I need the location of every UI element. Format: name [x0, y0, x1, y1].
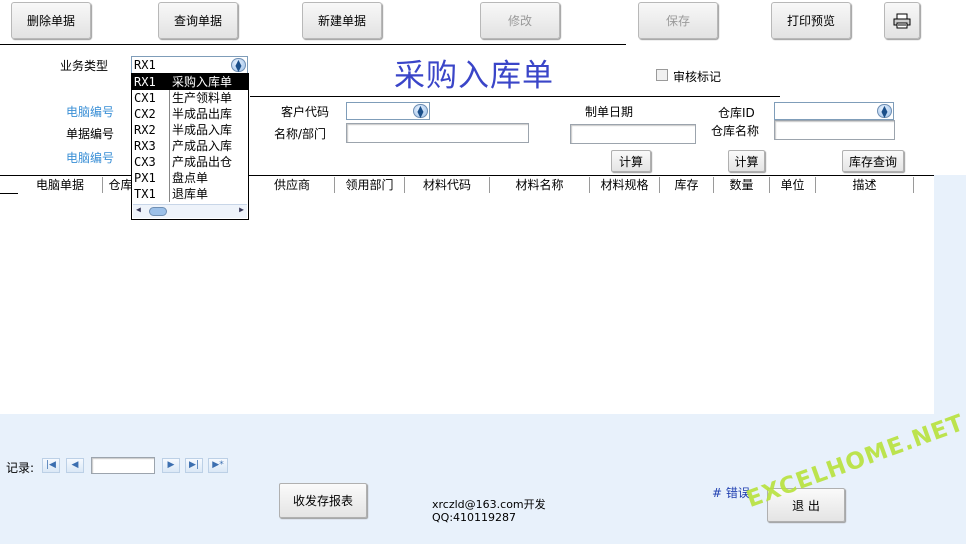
audit-label: 审核标记	[673, 70, 722, 84]
new-document-button[interactable]: 新建单据	[302, 2, 382, 39]
stock-report-button[interactable]: 收发存报表	[279, 483, 367, 518]
dropdown-arrow-icon[interactable]: ▲ ▼	[877, 104, 892, 119]
customer-code-select[interactable]: ▲ ▼	[346, 102, 430, 120]
edit-button[interactable]: 修改	[480, 2, 560, 39]
grid-left-mark	[0, 193, 18, 194]
calculate-button[interactable]: 计算	[611, 150, 651, 172]
audit-checkbox[interactable]	[656, 69, 668, 81]
name-department-field[interactable]	[346, 123, 529, 143]
warehouse-id-select[interactable]: ▲ ▼	[774, 102, 894, 120]
first-record-button[interactable]: |◀	[42, 458, 60, 473]
dropdown-option[interactable]: RX3 产成品入库	[132, 138, 248, 154]
last-record-button[interactable]: ▶|	[185, 458, 203, 473]
previous-record-button[interactable]: ◀	[66, 458, 84, 473]
record-label: 记录:	[6, 461, 35, 475]
grid-right-panel	[934, 175, 966, 414]
column-header[interactable]: 电脑单据	[18, 177, 103, 193]
column-header[interactable]: 描述	[816, 177, 914, 193]
dropdown-option[interactable]: CX3 产成品出仓	[132, 154, 248, 170]
calculate-button-2[interactable]: 计算	[728, 150, 765, 172]
dropdown-option[interactable]: TX1 退库单	[132, 186, 248, 202]
query-document-button[interactable]: 查询单据	[158, 2, 238, 39]
column-header[interactable]: 领用部门	[335, 177, 405, 193]
dropdown-arrow-icon[interactable]: ▲ ▼	[413, 104, 428, 119]
warehouse-name-field[interactable]	[774, 120, 895, 140]
customer-code-label: 客户代码	[281, 105, 330, 119]
page-title: 采购入库单	[394, 58, 554, 94]
dropdown-option[interactable]: PX1 盘点单	[132, 170, 248, 186]
column-header[interactable]: 数量	[714, 177, 770, 193]
warehouse-name-label: 仓库名称	[711, 124, 760, 138]
print-button[interactable]	[884, 2, 920, 39]
scroll-right-icon[interactable]: ▶	[239, 205, 244, 214]
warehouse-id-label: 仓库ID	[718, 106, 755, 120]
column-header[interactable]: 供应商	[250, 177, 335, 193]
developer-qq: QQ:410119287	[432, 511, 517, 524]
column-header[interactable]: 材料代码	[405, 177, 490, 193]
print-preview-button[interactable]: 打印预览	[771, 2, 851, 39]
biz-type-label: 业务类型	[60, 59, 109, 73]
name-department-label: 名称/部门	[274, 127, 327, 141]
title-divider	[250, 96, 780, 97]
dropdown-option[interactable]: CX2 半成品出库	[132, 106, 248, 122]
column-header[interactable]: 库存	[660, 177, 714, 193]
pc-number-label-2: 电脑编号	[66, 151, 115, 165]
developer-email: xrczld@163.com开发	[432, 498, 546, 511]
scroll-left-icon[interactable]: ◀	[136, 205, 141, 214]
stock-query-button[interactable]: 库存查询	[842, 150, 904, 172]
dropdown-arrow-icon[interactable]: ▲ ▼	[231, 58, 246, 73]
dropdown-option[interactable]: RX1 采购入库单	[132, 74, 248, 90]
column-header[interactable]: 材料名称	[490, 177, 590, 193]
document-number-label: 单据编号	[66, 127, 115, 141]
save-button[interactable]: 保存	[638, 2, 718, 39]
column-header[interactable]: 单位	[770, 177, 816, 193]
toolbar-divider	[0, 44, 626, 45]
pc-number-label: 电脑编号	[66, 105, 115, 119]
printer-icon	[893, 13, 911, 28]
biz-type-select[interactable]: RX1 ▲ ▼	[131, 56, 248, 74]
dropdown-option[interactable]: CX1 生产领料单	[132, 90, 248, 106]
record-number-field[interactable]	[91, 457, 155, 474]
column-header[interactable]: 材料规格	[590, 177, 660, 193]
dropdown-horizontal-scrollbar[interactable]: ◀ ▶	[133, 204, 247, 218]
dropdown-option[interactable]: RX2 半成品入库	[132, 122, 248, 138]
next-record-button[interactable]: ▶	[162, 458, 180, 473]
delete-document-button[interactable]: 删除单据	[11, 2, 91, 39]
biz-type-value: RX1	[134, 58, 156, 72]
create-date-label: 制单日期	[585, 105, 634, 119]
scrollbar-thumb[interactable]	[149, 207, 167, 216]
new-record-button[interactable]: ▶*	[208, 458, 228, 473]
create-date-field[interactable]	[570, 124, 696, 144]
biz-type-dropdown-list[interactable]: RX1 采购入库单 CX1 生产领料单 CX2 半成品出库 RX2 半成品入库 RX3 产…	[131, 73, 249, 220]
